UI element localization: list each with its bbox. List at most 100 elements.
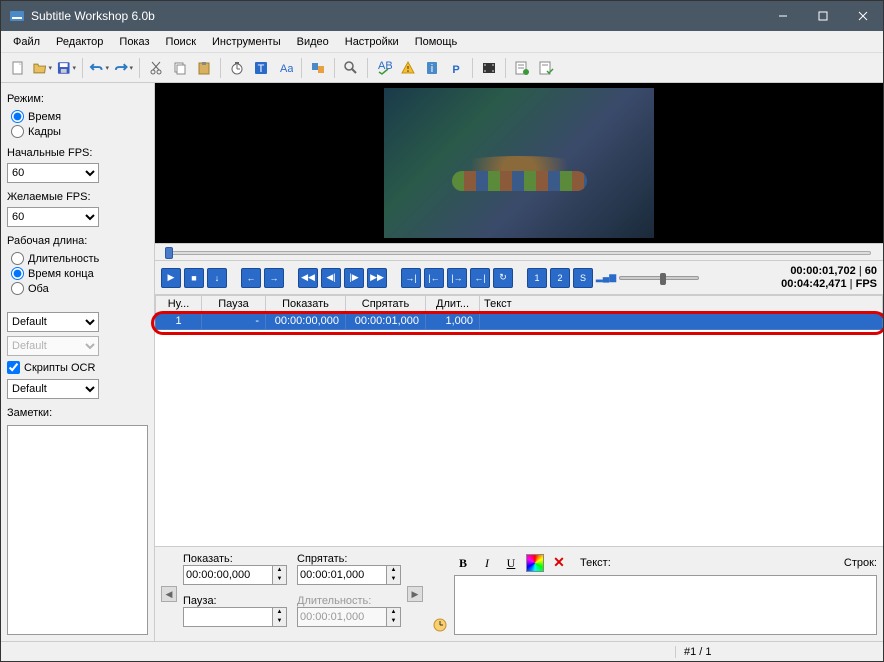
minimize-button[interactable] bbox=[763, 1, 803, 31]
show-input[interactable] bbox=[183, 565, 273, 585]
copy-icon[interactable] bbox=[169, 57, 191, 79]
hide-spinner[interactable]: ▲▼ bbox=[387, 565, 401, 585]
back-button[interactable]: ◀| bbox=[321, 268, 341, 288]
show-spinner[interactable]: ▲▼ bbox=[273, 565, 287, 585]
subtitle-table: Ну... Пауза Показать Спрятать Длит... Те… bbox=[155, 295, 883, 330]
step-down-button[interactable]: ↓ bbox=[207, 268, 227, 288]
col-show[interactable]: Показать bbox=[266, 296, 346, 313]
menu-help[interactable]: Помощь bbox=[407, 34, 466, 50]
status-page: #1 / 1 bbox=[675, 646, 875, 658]
list-check-icon[interactable] bbox=[535, 57, 557, 79]
prev-button[interactable]: ← bbox=[241, 268, 261, 288]
close-button[interactable] bbox=[843, 1, 883, 31]
search-icon[interactable] bbox=[340, 57, 362, 79]
col-dur[interactable]: Длит... bbox=[426, 296, 480, 313]
rewind-button[interactable]: ◀◀ bbox=[298, 268, 318, 288]
text-label: Текст: bbox=[580, 557, 611, 569]
mark-end-button[interactable]: |← bbox=[424, 268, 444, 288]
menu-tools[interactable]: Инструменты bbox=[204, 34, 289, 50]
time-display: 00:00:01,702 | 60 00:04:42,471 | FPS bbox=[781, 265, 877, 291]
range-end-button[interactable]: ←| bbox=[470, 268, 490, 288]
volume-icon[interactable]: ▂▄▆ bbox=[596, 268, 616, 288]
col-num[interactable]: Ну... bbox=[156, 296, 202, 313]
seek-bar[interactable] bbox=[155, 243, 883, 261]
style-select-2[interactable]: Default bbox=[7, 336, 99, 356]
list-add-icon[interactable] bbox=[511, 57, 533, 79]
prev-sub-button[interactable]: ◀ bbox=[161, 586, 177, 602]
undo-icon[interactable] bbox=[88, 57, 110, 79]
play-button[interactable]: ▶ bbox=[161, 268, 181, 288]
svg-text:T: T bbox=[258, 63, 265, 75]
desired-fps-select[interactable]: 60 bbox=[7, 207, 99, 227]
clear-format-button[interactable]: ✕ bbox=[550, 554, 568, 572]
video-preview[interactable] bbox=[155, 83, 883, 243]
menu-video[interactable]: Видео bbox=[289, 34, 337, 50]
svg-text:Aa: Aa bbox=[280, 63, 293, 75]
table-row[interactable]: 1 - 00:00:00,000 00:00:01,000 1,000 bbox=[156, 313, 883, 330]
menu-editor[interactable]: Редактор bbox=[48, 34, 111, 50]
show-label: Показать: bbox=[183, 553, 287, 565]
ffwd-button[interactable]: ▶▶ bbox=[367, 268, 387, 288]
menu-search[interactable]: Поиск bbox=[158, 34, 204, 50]
next-sub-button[interactable]: ▶ bbox=[407, 586, 423, 602]
work-endtime-radio[interactable]: Время конца bbox=[11, 266, 148, 281]
range-start-button[interactable]: |→ bbox=[447, 268, 467, 288]
initial-fps-select[interactable]: 60 bbox=[7, 163, 99, 183]
col-hide[interactable]: Спрятать bbox=[346, 296, 426, 313]
pause-spinner[interactable]: ▲▼ bbox=[273, 607, 287, 627]
cut-icon[interactable] bbox=[145, 57, 167, 79]
loop-button[interactable]: ↻ bbox=[493, 268, 513, 288]
volume-slider[interactable] bbox=[619, 276, 699, 280]
translate-icon[interactable] bbox=[307, 57, 329, 79]
table-empty-area bbox=[155, 330, 883, 546]
col-text[interactable]: Текст bbox=[480, 296, 883, 313]
timer-icon[interactable] bbox=[226, 57, 248, 79]
bold-button[interactable]: B bbox=[454, 554, 472, 572]
text-icon[interactable]: T bbox=[250, 57, 272, 79]
paste-icon[interactable] bbox=[193, 57, 215, 79]
mode-frames-radio[interactable]: Кадры bbox=[11, 124, 148, 139]
mark-start-button[interactable]: →| bbox=[401, 268, 421, 288]
fwd-button[interactable]: |▶ bbox=[344, 268, 364, 288]
toolbar: T Aa ABC i P bbox=[1, 53, 883, 83]
case-icon[interactable]: Aa bbox=[274, 57, 296, 79]
clock-icon[interactable] bbox=[432, 617, 448, 633]
sync-s-button[interactable]: S bbox=[573, 268, 593, 288]
mode-time-radio[interactable]: Время bbox=[11, 109, 148, 124]
col-pause[interactable]: Пауза bbox=[202, 296, 266, 313]
sync-1-button[interactable]: 1 bbox=[527, 268, 547, 288]
redo-icon[interactable] bbox=[112, 57, 134, 79]
color-button[interactable] bbox=[526, 554, 544, 572]
notes-textarea[interactable] bbox=[7, 425, 148, 635]
work-duration-radio[interactable]: Длительность bbox=[11, 251, 148, 266]
underline-button[interactable]: U bbox=[502, 554, 520, 572]
pause-input[interactable] bbox=[183, 607, 273, 627]
ocr-select[interactable]: Default bbox=[7, 379, 99, 399]
spellcheck-icon[interactable]: ABC bbox=[373, 57, 395, 79]
video-icon[interactable] bbox=[478, 57, 500, 79]
warning-icon[interactable] bbox=[397, 57, 419, 79]
open-file-icon[interactable] bbox=[31, 57, 53, 79]
new-file-icon[interactable] bbox=[7, 57, 29, 79]
menu-show[interactable]: Показ bbox=[111, 34, 157, 50]
maximize-button[interactable] bbox=[803, 1, 843, 31]
sync-2-button[interactable]: 2 bbox=[550, 268, 570, 288]
hide-input[interactable] bbox=[297, 565, 387, 585]
save-file-icon[interactable] bbox=[55, 57, 77, 79]
italic-button[interactable]: I bbox=[478, 554, 496, 572]
pascal-icon[interactable]: P bbox=[445, 57, 467, 79]
next-button[interactable]: → bbox=[264, 268, 284, 288]
seek-thumb[interactable] bbox=[165, 247, 173, 259]
info-icon[interactable]: i bbox=[421, 57, 443, 79]
subtitle-text-input[interactable] bbox=[454, 575, 877, 635]
scripts-ocr-checkbox[interactable]: Скрипты OCR bbox=[7, 360, 148, 375]
work-length-label: Рабочая длина: bbox=[7, 235, 148, 247]
svg-text:P: P bbox=[452, 64, 459, 76]
work-both-radio[interactable]: Оба bbox=[11, 281, 148, 296]
menu-settings[interactable]: Настройки bbox=[337, 34, 407, 50]
menu-file[interactable]: Файл bbox=[5, 34, 48, 50]
volume-thumb[interactable] bbox=[660, 273, 666, 285]
hide-label: Спрятать: bbox=[297, 553, 401, 565]
stop-button[interactable]: ■ bbox=[184, 268, 204, 288]
style-select-1[interactable]: Default bbox=[7, 312, 99, 332]
